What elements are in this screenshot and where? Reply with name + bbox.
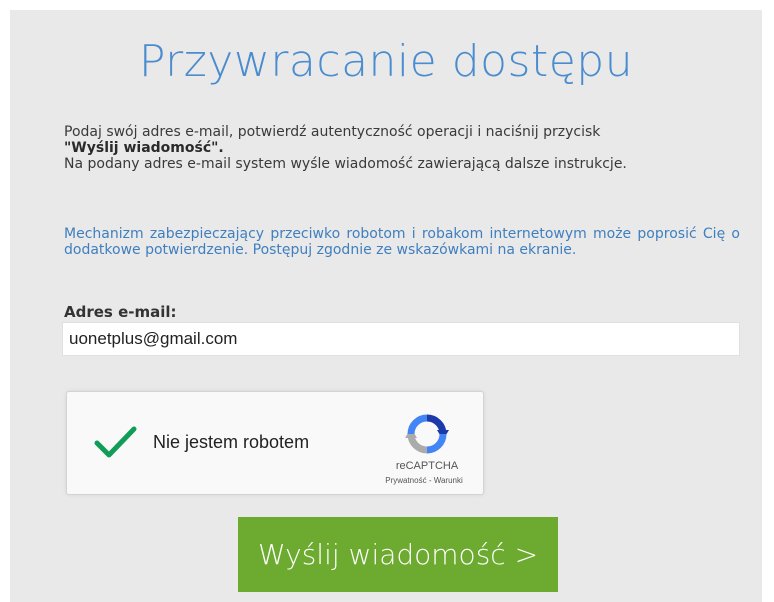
- robot-protection-note: Mechanizm zabezpieczający przeciwko robo…: [64, 226, 740, 258]
- recaptcha-widget: Nie jestem robotem reCAPTCHA Prywatność …: [66, 391, 484, 495]
- restore-access-panel: Przywracanie dostępu Podaj swój adres e-…: [10, 10, 762, 602]
- checkmark-icon[interactable]: [93, 424, 137, 460]
- intro-text: Podaj swój adres e-mail, potwierdź auten…: [64, 124, 740, 172]
- email-input[interactable]: [62, 322, 740, 356]
- recaptcha-brand: reCAPTCHA: [395, 460, 459, 472]
- recaptcha-links: Prywatność - Warunki: [359, 476, 489, 485]
- links-separator: -: [426, 476, 434, 485]
- page-title: Przywracanie dostępu: [138, 36, 634, 87]
- captcha-label: Nie jestem robotem: [153, 432, 310, 452]
- terms-link[interactable]: Warunki: [434, 476, 463, 485]
- email-label: Adres e-mail:: [64, 303, 177, 321]
- intro-button-reference: "Wyślij wiadomość".: [64, 140, 224, 156]
- intro-line2: Na podany adres e-mail system wyśle wiad…: [64, 156, 627, 172]
- privacy-link[interactable]: Prywatność: [385, 476, 426, 485]
- intro-line1: Podaj swój adres e-mail, potwierdź auten…: [64, 124, 601, 140]
- send-message-button[interactable]: Wyślij wiadomość >: [238, 517, 558, 592]
- recaptcha-logo-icon: [405, 414, 449, 454]
